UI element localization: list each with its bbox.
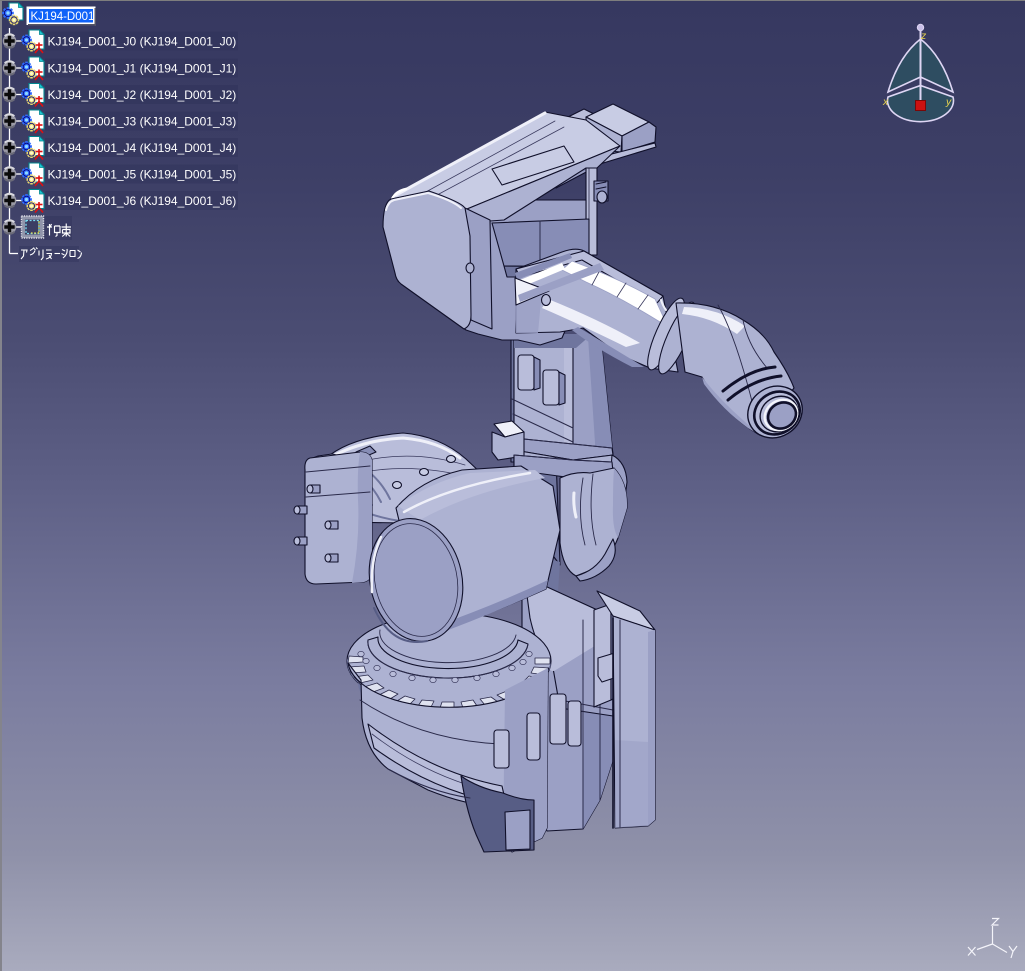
svg-text:KJ194_D001_J2 (KJ194_D001_J2): KJ194_D001_J2 (KJ194_D001_J2)	[48, 88, 237, 102]
svg-text:KJ194-D001: KJ194-D001	[31, 11, 95, 23]
svg-text:KJ194_D001_J5 (KJ194_D001_J5): KJ194_D001_J5 (KJ194_D001_J5)	[48, 168, 237, 182]
svg-text:x: x	[882, 96, 889, 108]
svg-text:KJ194_D001_J1 (KJ194_D001_J1): KJ194_D001_J1 (KJ194_D001_J1)	[48, 62, 237, 76]
svg-text:KJ194_D001_J3 (KJ194_D001_J3): KJ194_D001_J3 (KJ194_D001_J3)	[48, 115, 237, 129]
svg-text:KJ194_D001_J6 (KJ194_D001_J6): KJ194_D001_J6 (KJ194_D001_J6)	[48, 194, 237, 208]
svg-text:KJ194_D001_J0 (KJ194_D001_J0): KJ194_D001_J0 (KJ194_D001_J0)	[48, 35, 237, 49]
svg-text:y: y	[945, 96, 952, 108]
svg-text:KJ194_D001_J4 (KJ194_D001_J4): KJ194_D001_J4 (KJ194_D001_J4)	[48, 141, 237, 155]
svg-text:z: z	[920, 30, 927, 42]
